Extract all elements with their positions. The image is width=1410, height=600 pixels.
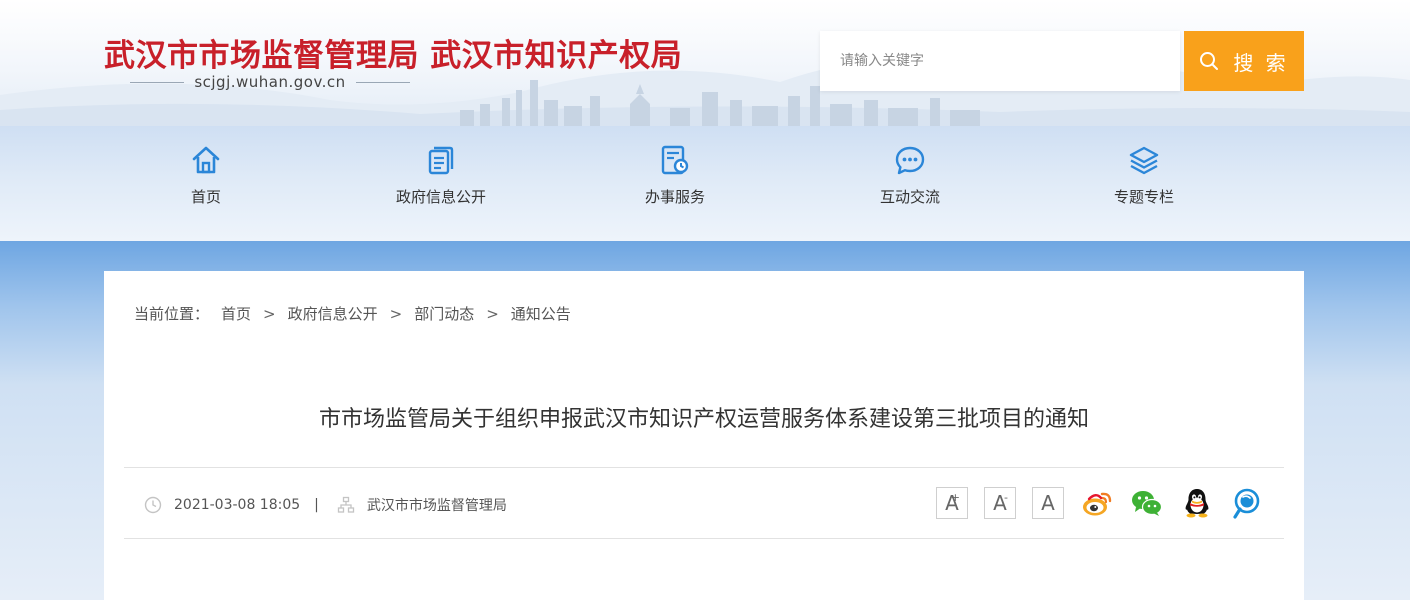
site-header: 武汉市市场监督管理局 武汉市知识产权局 scjgj.wuhan.gov.cn 搜… [0,0,1410,126]
font-decrease-button[interactable]: A- [984,487,1016,519]
meta-separator: | [314,497,319,513]
divider-bottom [124,538,1284,539]
domain-text: scjgj.wuhan.gov.cn [194,73,346,91]
share-qzone-button[interactable] [1230,486,1264,520]
article-card: 当前位置： 首页 > 政府信息公开 > 部门动态 > 通知公告 市市场监管局关于… [104,271,1304,600]
breadcrumb-prefix: 当前位置： [134,305,210,323]
search-input[interactable] [820,31,1180,91]
domain-rule-left [130,81,185,83]
domain-rule-right [355,81,410,83]
article-title: 市市场监管局关于组织申报武汉市知识产权运营服务体系建设第三批项目的通知 [318,407,1089,432]
organization-icon [337,496,355,513]
breadcrumb-separator: > [486,304,499,323]
wechat-icon [1132,491,1163,516]
divider-top [124,467,1284,468]
nav-label-services: 办事服务 [644,188,705,206]
nav-item-services[interactable]: 办事服务 [605,144,745,224]
clock-icon [144,496,162,514]
article-tools: A + A- A [936,486,1264,520]
site-title[interactable]: 武汉市市场监督管理局 武汉市知识产权局 [104,30,682,75]
nav-item-gov-info[interactable]: 政府信息公开 [371,144,511,224]
breadcrumb-notices[interactable]: 通知公告 [511,303,571,324]
article-date: 2021-03-08 18:05 [174,497,301,513]
search-icon [1200,52,1219,70]
qzone-icon [1233,488,1260,519]
nav-item-interaction[interactable]: 互动交流 [840,144,980,224]
document-icon [428,146,454,175]
nav-item-home[interactable]: 首页 [136,144,276,224]
chat-icon [895,146,925,175]
font-decrease-mark: - [1004,491,1008,504]
service-icon [661,145,689,175]
article-source: 武汉市市场监督管理局 [366,498,507,514]
font-reset-button[interactable]: A [1032,487,1064,519]
weibo-icon [1083,492,1112,516]
nav-label-gov-info: 政府信息公开 [395,188,486,206]
breadcrumb-separator: > [389,304,403,323]
nav-label-home: 首页 [190,188,221,206]
nav-item-topics[interactable]: 专题专栏 [1074,144,1214,224]
main-nav: 首页 政府信息公开 办事服务 互动交流 专题专栏 [0,126,1410,241]
share-wechat-button[interactable] [1130,486,1164,520]
article-meta: 2021-03-08 18:05 | 武汉市市场监督管理局 [144,493,507,517]
font-reset-label: A [1041,491,1055,515]
site-domain: scjgj.wuhan.gov.cn [130,72,410,92]
home-icon [192,146,220,174]
font-increase-mark: + [950,491,960,504]
share-weibo-button[interactable] [1080,486,1114,520]
share-qq-button[interactable] [1180,486,1214,520]
nav-label-interaction: 互动交流 [879,188,940,206]
breadcrumb-gov-info[interactable]: 政府信息公开 [288,303,378,324]
nav-label-topics: 专题专栏 [1113,188,1174,206]
font-increase-button[interactable]: A + [936,487,968,519]
search-button[interactable]: 搜 索 [1184,31,1304,91]
breadcrumb: 当前位置： 首页 > 政府信息公开 > 部门动态 > 通知公告 [134,303,571,324]
breadcrumb-home[interactable]: 首页 [221,303,251,324]
breadcrumb-separator: > [263,304,276,323]
qq-icon [1185,489,1209,518]
layers-icon [1129,146,1159,175]
breadcrumb-dept-news[interactable]: 部门动态 [414,303,474,324]
search-button-label: 搜 索 [1233,50,1289,75]
